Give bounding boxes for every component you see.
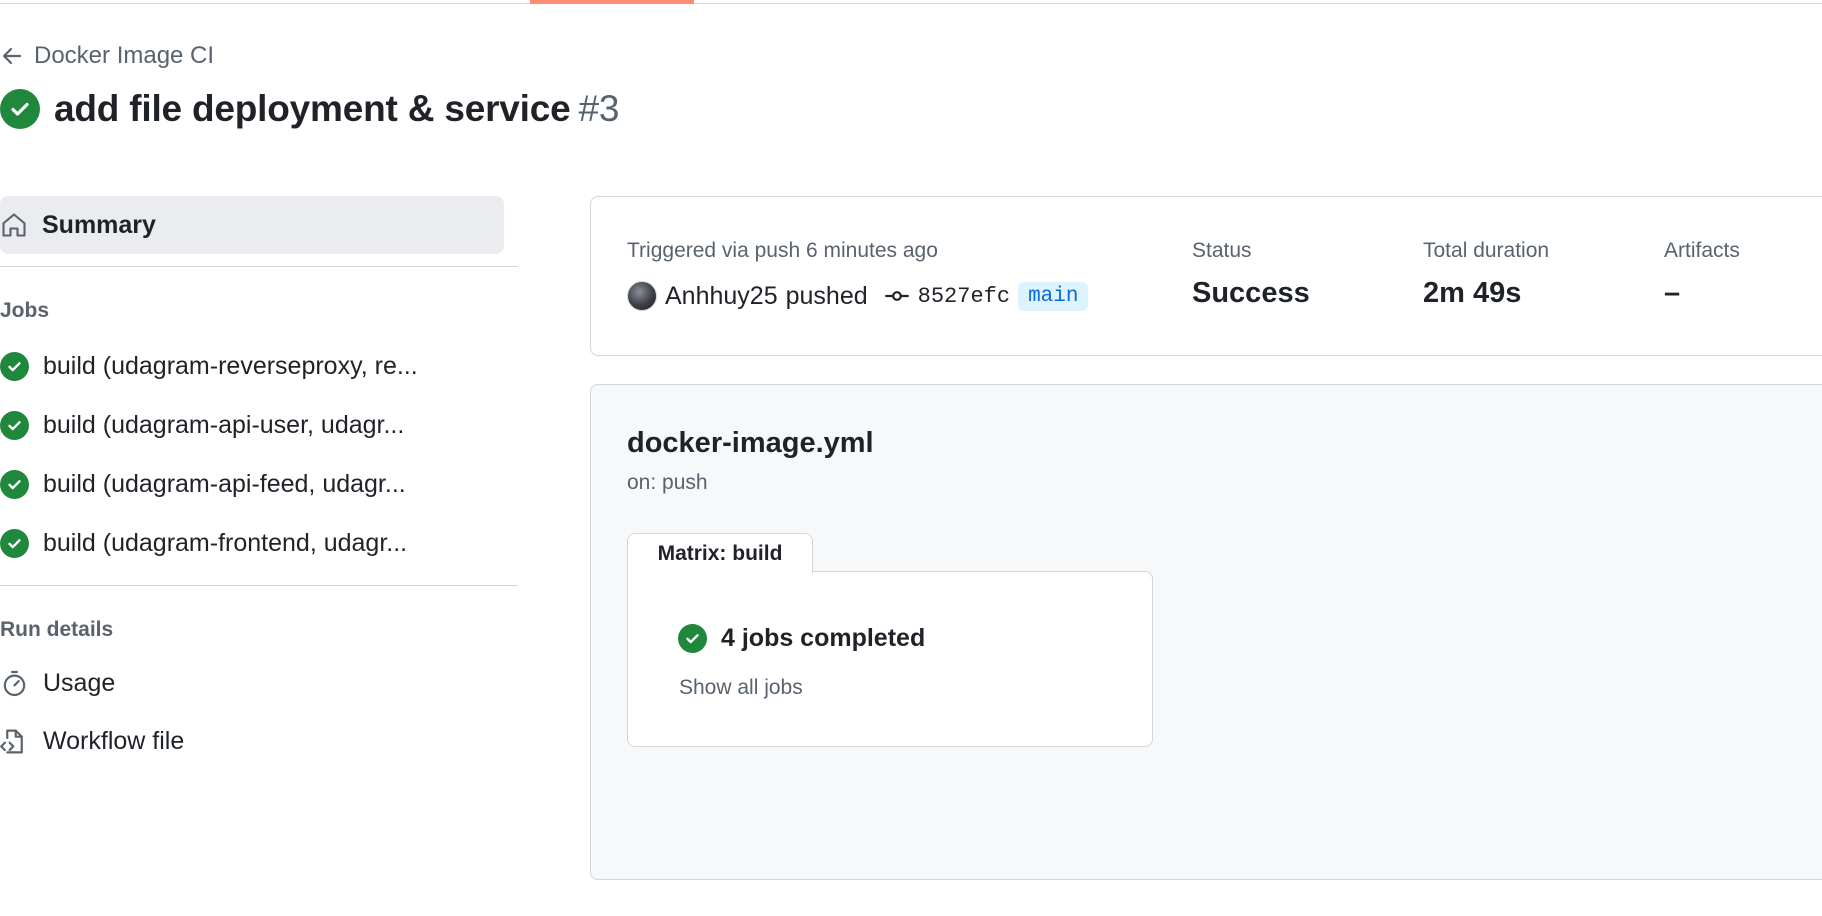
top-nav-border [0, 0, 1822, 4]
matrix-status-text: 4 jobs completed [721, 624, 926, 652]
run-details-heading: Run details [0, 618, 114, 641]
artifacts-label: Artifacts [1664, 239, 1740, 262]
avatar[interactable] [627, 281, 657, 311]
job-label: build (udagram-api-user, udagr... [43, 411, 405, 439]
show-all-jobs-link[interactable]: Show all jobs [679, 676, 803, 700]
status-label: Status [1192, 239, 1252, 262]
sidebar-job-item[interactable]: build (udagram-frontend, udagr... [0, 514, 518, 573]
run-title-row: add file deployment & service #3 [0, 88, 619, 130]
status-value: Success [1192, 277, 1310, 309]
file-code-icon [0, 729, 23, 753]
check-circle-fill-icon [0, 352, 29, 381]
duration-value: 2m 49s [1423, 277, 1522, 309]
sidebar-job-item[interactable]: build (udagram-reverseproxy, re... [0, 337, 518, 396]
check-circle-fill-icon [0, 470, 29, 499]
workflow-file-name: docker-image.yml [627, 427, 874, 459]
run-number: #3 [578, 88, 620, 129]
jobs-heading: Jobs [0, 299, 50, 322]
sidebar-item-workflow-file[interactable]: Workflow file [0, 712, 518, 770]
actor-name[interactable]: Anhhuy25 [665, 282, 778, 311]
matrix-job-box[interactable]: 4 jobs completed Show all jobs [627, 571, 1153, 747]
workflow-graph-panel: docker-image.yml on: push Matrix: build … [590, 384, 1822, 880]
sidebar-job-item[interactable]: build (udagram-api-feed, udagr... [0, 455, 518, 514]
actor-row: Anhhuy25 pushed 8527efc main [627, 281, 1089, 311]
sidebar-item-label: Usage [43, 668, 116, 697]
matrix-status: 4 jobs completed [678, 624, 925, 653]
sidebar-divider [0, 266, 518, 267]
duration-label: Total duration [1423, 239, 1550, 262]
page-title: add file deployment & service #3 [54, 88, 619, 130]
sidebar-item-label: Summary [42, 210, 156, 239]
active-tab-underline [530, 0, 694, 4]
home-icon [2, 213, 26, 237]
stopwatch-icon [3, 670, 26, 696]
sidebar-item-label: Workflow file [43, 726, 185, 755]
check-circle-fill-icon [0, 529, 29, 558]
check-circle-fill-icon [0, 411, 29, 440]
sidebar-item-usage[interactable]: Usage [0, 654, 518, 712]
check-circle-fill-icon [678, 624, 707, 653]
sidebar-job-item[interactable]: build (udagram-api-user, udagr... [0, 396, 518, 455]
job-label: build (udagram-api-feed, udagr... [43, 470, 406, 498]
run-sidebar: Summary Jobs build (udagram-reverseproxy… [0, 196, 518, 770]
matrix-tab: Matrix: build [627, 533, 813, 573]
git-commit-icon [884, 291, 909, 301]
job-label: build (udagram-reverseproxy, re... [43, 352, 418, 380]
artifacts-value: – [1664, 277, 1681, 309]
trigger-text: Triggered via push 6 minutes ago [627, 239, 938, 262]
branch-badge[interactable]: main [1018, 281, 1089, 311]
sidebar-divider [0, 585, 518, 586]
workflow-trigger: on: push [627, 471, 708, 494]
sidebar-item-summary[interactable]: Summary [0, 196, 504, 254]
arrow-left-icon [2, 47, 22, 65]
job-label: build (udagram-frontend, udagr... [43, 529, 408, 557]
back-to-workflow-link[interactable]: Docker Image CI [0, 42, 214, 70]
check-circle-fill-icon [0, 89, 40, 129]
run-summary-card: Triggered via push 6 minutes ago Anhhuy2… [590, 196, 1822, 356]
run-title: add file deployment & service [54, 88, 571, 129]
actor-action: pushed [785, 281, 868, 310]
commit-sha-link[interactable]: 8527efc [918, 284, 1010, 309]
back-link-label: Docker Image CI [34, 42, 215, 69]
